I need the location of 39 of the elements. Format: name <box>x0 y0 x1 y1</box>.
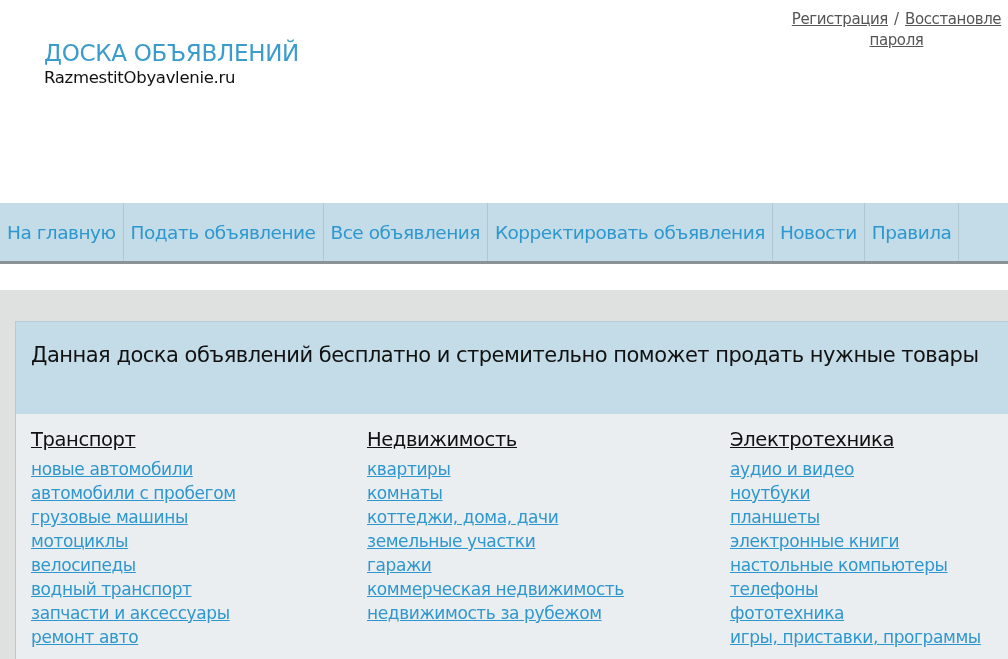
category-link[interactable]: грузовые машины <box>31 505 188 529</box>
category-link[interactable]: квартиры <box>367 457 451 481</box>
intro-text: Данная доска объявлений бесплатно и стремительно поможет продать нужные товары <box>31 342 980 369</box>
nav-link[interactable]: Корректировать объявления <box>487 203 773 261</box>
category-link[interactable]: комнаты <box>367 481 443 505</box>
category-link[interactable]: мотоциклы <box>31 529 129 553</box>
nav-link[interactable]: Подать объявление <box>123 203 324 261</box>
category-link[interactable]: недвижимость за рубежом <box>367 601 602 625</box>
category-link[interactable]: фототехника <box>730 601 845 625</box>
category-link[interactable]: телефоны <box>730 577 818 601</box>
category-link[interactable]: коммерческая недвижимость <box>367 577 624 601</box>
recover-password-link[interactable]: пароля <box>869 31 924 49</box>
category-link[interactable]: планшеты <box>730 505 820 529</box>
nav-link[interactable]: Правила <box>864 203 960 261</box>
category-title[interactable]: Недвижимость <box>367 428 517 451</box>
nav-link[interactable]: Все объявления <box>323 203 488 261</box>
category-link[interactable]: новые автомобили <box>31 457 193 481</box>
category-link[interactable]: ноутбуки <box>730 481 811 505</box>
category-link[interactable]: аудио и видео <box>730 457 855 481</box>
category-link[interactable]: гаражи <box>367 553 432 577</box>
category-link[interactable]: водный транспорт <box>31 577 192 601</box>
category-link[interactable]: запчасти и аксессуары <box>31 601 230 625</box>
recover-password-link[interactable]: Восстановле <box>905 10 1002 28</box>
category-link[interactable]: велосипеды <box>31 553 136 577</box>
nav-link[interactable]: Новости <box>772 203 865 261</box>
site-title[interactable]: ДОСКА ОБЪЯВЛЕНИЙ <box>44 40 300 66</box>
nav-link[interactable]: На главную <box>0 203 124 261</box>
site-domain: RazmestitObyavlenie.ru <box>44 68 237 87</box>
category-title[interactable]: Электротехника <box>730 428 894 451</box>
category-link[interactable]: электронные книги <box>730 529 900 553</box>
category-link[interactable]: настольные компьютеры <box>730 553 948 577</box>
link-separator: / <box>894 10 900 28</box>
category-link[interactable]: автомобили с пробегом <box>31 481 236 505</box>
category-link[interactable]: коттеджи, дома, дачи <box>367 505 559 529</box>
category-link[interactable]: игры, приставки, программы <box>730 625 981 649</box>
category-link[interactable]: ремонт авто <box>31 625 139 649</box>
category-link[interactable]: земельные участки <box>367 529 536 553</box>
register-link[interactable]: Регистрация <box>791 10 888 28</box>
category-title[interactable]: Транспорт <box>31 428 136 451</box>
